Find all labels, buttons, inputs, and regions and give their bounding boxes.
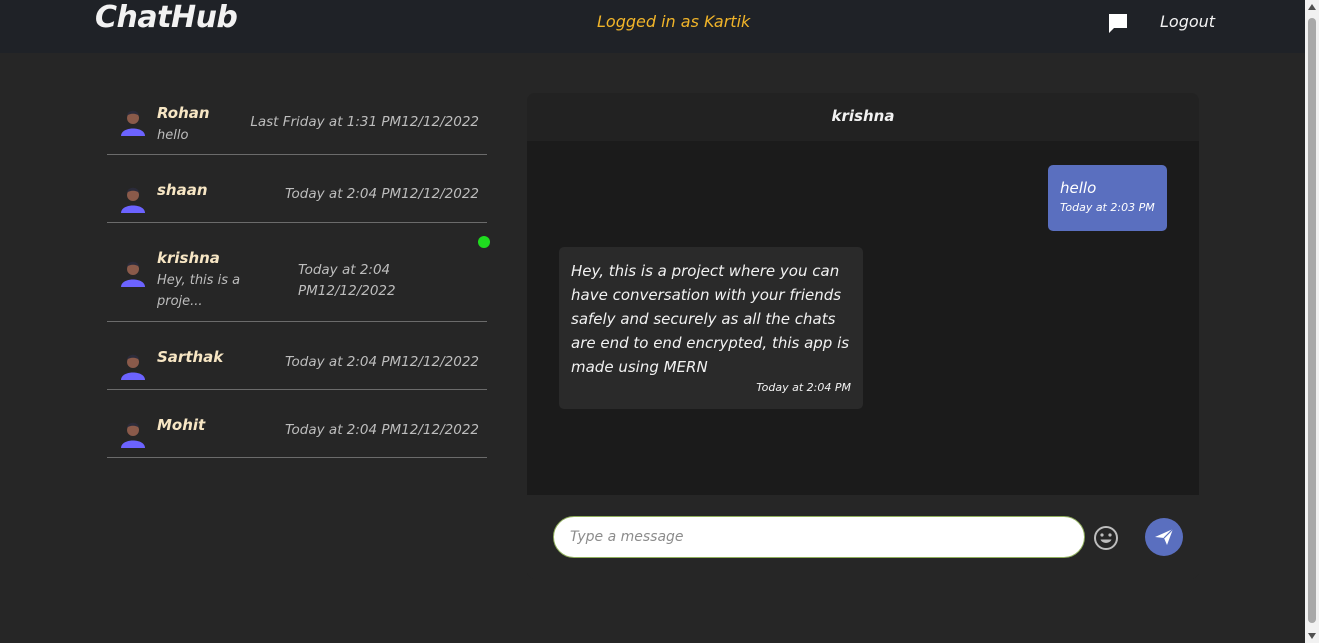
message-list[interactable]: hello Today at 2:03 PM Hey, this is a pr… — [527, 141, 1199, 495]
contact-item-rohan[interactable]: Rohan hello Last Friday at 1:31 PM12/12/… — [107, 88, 487, 155]
avatar-icon — [121, 187, 145, 213]
chat-header: krishna — [527, 93, 1199, 141]
brand-logo[interactable]: ChatHub — [95, 0, 238, 35]
chat-title: krishna — [831, 107, 895, 125]
contact-list: Rohan hello Last Friday at 1:31 PM12/12/… — [107, 88, 487, 458]
avatar-icon — [121, 261, 145, 287]
contact-time: Today at 2:04 PM12/12/2022 — [298, 262, 396, 299]
contact-preview: hello — [157, 128, 189, 143]
contact-item-krishna[interactable]: krishna Hey, this is a proje... Today at… — [107, 223, 487, 322]
message-time: Today at 2:04 PM — [756, 381, 851, 394]
avatar-icon — [121, 354, 145, 380]
contact-item-sarthak[interactable]: Sarthak Today at 2:04 PM12/12/2022 — [107, 322, 487, 390]
contact-name: krishna — [157, 249, 220, 267]
logout-button[interactable]: Logout — [1160, 12, 1215, 31]
message-input[interactable] — [553, 516, 1085, 558]
contact-time: Today at 2:04 PM12/12/2022 — [284, 422, 479, 438]
online-status-indicator — [478, 236, 490, 248]
scrollbar-thumb[interactable] — [1308, 18, 1316, 623]
message-icon[interactable] — [1107, 12, 1129, 34]
message-composer — [527, 495, 1199, 579]
contact-name: Rohan — [157, 104, 210, 122]
contact-time: Last Friday at 1:31 PM12/12/2022 — [250, 114, 479, 130]
avatar-icon — [121, 422, 145, 448]
top-navbar: ChatHub Logged in as Kartik Logout — [0, 0, 1305, 53]
outgoing-message: hello Today at 2:03 PM — [1048, 165, 1167, 231]
emoji-icon[interactable] — [1093, 525, 1119, 551]
send-button[interactable] — [1145, 518, 1183, 556]
message-time: Today at 2:03 PM — [1060, 201, 1155, 214]
incoming-message: Hey, this is a project where you can hav… — [559, 247, 863, 409]
message-text: hello — [1060, 179, 1097, 197]
chat-panel: krishna hello Today at 2:03 PM Hey, this… — [527, 93, 1199, 579]
contact-time: Today at 2:04 PM12/12/2022 — [284, 186, 479, 202]
contact-name: Sarthak — [157, 348, 224, 366]
contact-item-mohit[interactable]: Mohit Today at 2:04 PM12/12/2022 — [107, 390, 487, 458]
contact-name: Mohit — [157, 416, 206, 434]
contact-time: Today at 2:04 PM12/12/2022 — [284, 354, 479, 370]
message-text: Hey, this is a project where you can hav… — [571, 262, 850, 376]
page-scrollbar[interactable] — [1305, 0, 1319, 643]
contact-name: shaan — [157, 181, 208, 199]
avatar-icon — [121, 110, 145, 136]
scroll-down-arrow-icon[interactable] — [1308, 633, 1316, 639]
contact-preview: Hey, this is a proje... — [157, 273, 241, 309]
contact-item-shaan[interactable]: shaan Today at 2:04 PM12/12/2022 — [107, 155, 487, 223]
scroll-up-arrow-icon[interactable] — [1308, 4, 1316, 10]
send-icon — [1155, 528, 1174, 545]
logged-in-status: Logged in as Kartik — [597, 12, 751, 31]
